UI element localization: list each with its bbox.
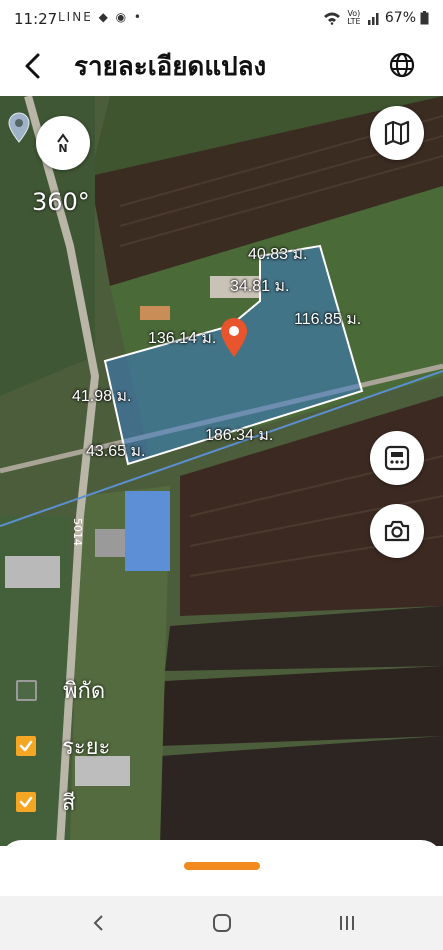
- nav-home-button[interactable]: [207, 908, 237, 938]
- network-type: Vo) LTE: [347, 9, 361, 26]
- bottom-sheet: [0, 840, 443, 900]
- layer-toggle-distance[interactable]: ระยะ: [16, 732, 110, 760]
- wifi-icon: [323, 12, 340, 25]
- bottom-sheet-handle[interactable]: [184, 862, 260, 870]
- chevron-left-icon: [93, 915, 103, 931]
- nav-recents-button[interactable]: [332, 908, 362, 938]
- language-button[interactable]: [387, 50, 417, 80]
- system-nav-bar: [0, 896, 443, 950]
- view-360-button[interactable]: 360°: [32, 188, 90, 216]
- checkmark-icon: [19, 740, 33, 752]
- distance-label: 186.34 ม.: [205, 427, 274, 444]
- layer-toggle-color[interactable]: สี: [16, 788, 75, 816]
- distance-label: 34.81 ม.: [230, 278, 290, 295]
- location-pin-icon: [221, 318, 247, 357]
- distance-label: 136.14 ม.: [148, 330, 217, 347]
- page-title: รายละเอียดแปลง: [74, 52, 267, 82]
- nav-back-button[interactable]: [84, 908, 114, 938]
- location-pin-small: [6, 112, 32, 148]
- distance-label: 116.85 ม.: [294, 311, 362, 328]
- home-square-icon: [213, 914, 231, 932]
- distance-checkbox[interactable]: [16, 736, 36, 756]
- coordinates-label: พิกัด: [63, 678, 106, 704]
- map-layers-icon: [384, 120, 410, 146]
- signal-icon: [367, 13, 379, 25]
- color-toggle-label: สี: [62, 790, 76, 816]
- layer-toggle-coordinates[interactable]: พิกัด: [16, 676, 105, 704]
- back-button[interactable]: [18, 50, 50, 82]
- checkmark-icon: [19, 796, 33, 808]
- distance-toggle-label: ระยะ: [62, 734, 111, 760]
- compass-icon: [57, 132, 69, 143]
- road-number-label: 5014: [71, 518, 84, 546]
- status-time: 11:27: [14, 10, 58, 28]
- color-checkbox[interactable]: [16, 792, 36, 812]
- calculate-button[interactable]: [370, 431, 424, 485]
- distance-label: 43.65 ม.: [86, 443, 146, 460]
- status-bar: 11:27 LINE ◆ ◉ • Vo) LTE 67%: [0, 0, 443, 38]
- distance-label: 41.98 ม.: [72, 388, 132, 405]
- distance-label: 40.83 ม.: [248, 246, 308, 263]
- system-icons: Vo) LTE 67%: [323, 10, 429, 26]
- battery-percent: 67%: [384, 10, 416, 26]
- plot-marker[interactable]: [218, 316, 250, 362]
- battery-icon: [420, 11, 429, 25]
- recents-icon: [340, 916, 354, 930]
- app-header: รายละเอียดแปลง: [0, 38, 443, 96]
- back-arrow-icon: [25, 53, 40, 79]
- camera-button[interactable]: [370, 504, 424, 558]
- compass-north-label: N: [58, 141, 68, 155]
- camera-icon: [384, 520, 410, 542]
- coordinates-checkbox[interactable]: [16, 679, 37, 701]
- compass-button[interactable]: N: [36, 116, 90, 170]
- location-pin-icon: [8, 112, 30, 143]
- globe-icon: [389, 52, 415, 78]
- calculator-icon: [384, 445, 410, 471]
- notification-icons: LINE ◆ ◉ •: [58, 10, 144, 24]
- map-type-button[interactable]: [370, 106, 424, 160]
- satellite-map[interactable]: N 360° 40.83 ม. 34.81 ม. 116.85 ม. 136.1…: [0, 96, 443, 846]
